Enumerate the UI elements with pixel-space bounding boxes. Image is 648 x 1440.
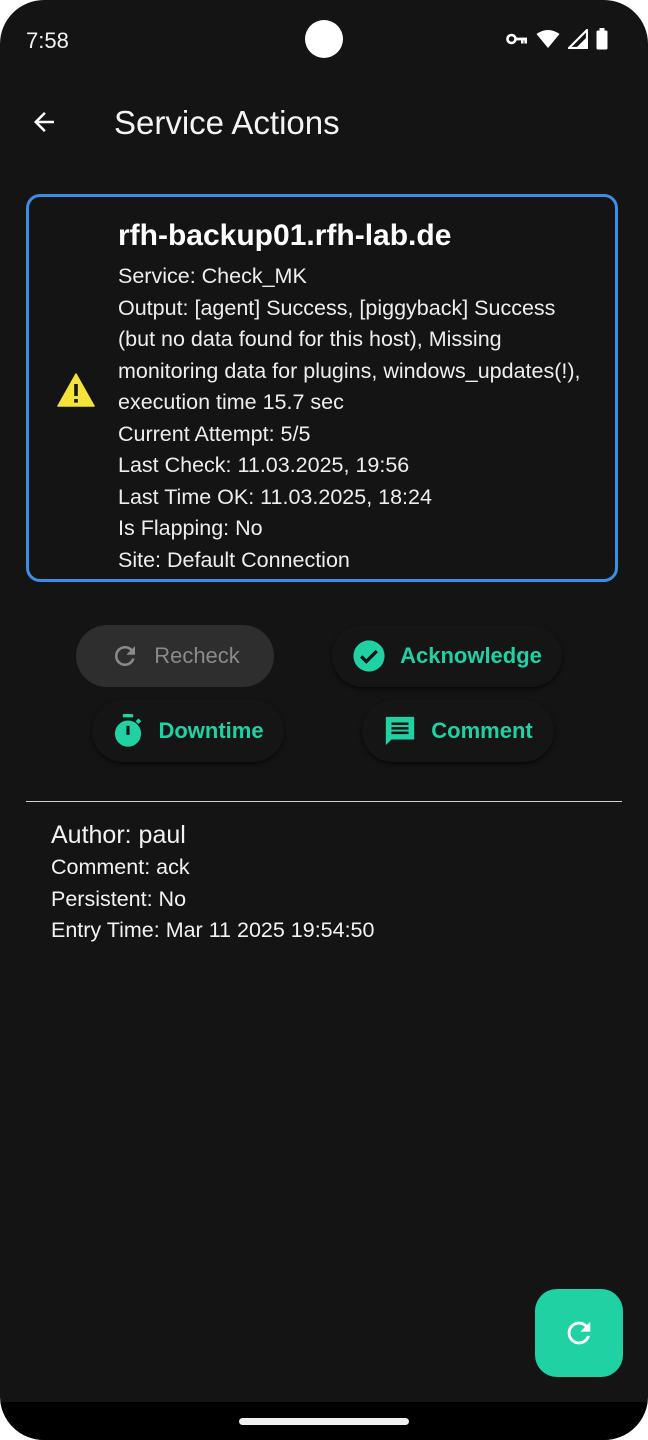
back-button[interactable] <box>22 100 66 144</box>
status-bar: 7:58 <box>0 0 648 80</box>
signal-icon <box>568 29 588 49</box>
comment-entry-time: Entry Time: Mar 11 2025 19:54:50 <box>51 918 375 942</box>
last-time-ok: Last Time OK: 11.03.2025, 18:24 <box>118 484 432 509</box>
app-bar: Service Actions <box>0 86 648 162</box>
arrow-back-icon <box>34 112 54 132</box>
camera-cutout <box>305 20 343 58</box>
is-flapping: Is Flapping: No <box>118 516 263 540</box>
comment-entry: Author: paul Comment: ack Persistent: No… <box>51 818 611 947</box>
wifi-icon <box>536 30 560 48</box>
recheck-button[interactable]: Recheck <box>76 625 274 687</box>
home-gesture-handle[interactable] <box>239 1418 409 1425</box>
comment-icon <box>383 714 417 748</box>
site: Site: Default Connection <box>118 547 350 572</box>
page-title: Service Actions <box>114 104 340 141</box>
phone-screen: 7:58 Service Actions rfh-backup01.rfh-la… <box>0 0 648 1440</box>
last-check: Last Check: 11.03.2025, 19:56 <box>118 453 410 477</box>
host-name: rfh-backup01.rfh-lab.de <box>118 219 452 252</box>
warning-icon <box>57 373 95 407</box>
comment-text: Comment: ack <box>51 855 190 879</box>
comment-author: Author: paul <box>51 821 186 849</box>
refresh-icon <box>567 1321 591 1345</box>
battery-icon <box>596 28 608 50</box>
comment-button[interactable]: Comment <box>362 700 554 762</box>
comment-persistent: Persistent: No <box>51 886 187 911</box>
status-icons <box>506 28 608 50</box>
status-time: 7:58 <box>26 28 69 53</box>
comment-label: Comment <box>431 718 533 743</box>
check-circle-icon <box>352 639 386 673</box>
acknowledge-label: Acknowledge <box>400 643 542 668</box>
acknowledge-button[interactable]: Acknowledge <box>332 625 562 687</box>
recheck-label: Recheck <box>154 643 240 668</box>
divider <box>26 801 622 802</box>
service-name: Service: Check_MK <box>118 264 307 288</box>
refresh-icon <box>110 641 140 671</box>
timer-icon <box>112 714 144 748</box>
service-output: Output: [agent] Success, [piggyback] Suc… <box>118 295 581 415</box>
service-card: rfh-backup01.rfh-lab.de Service: Check_M… <box>26 194 618 582</box>
downtime-label: Downtime <box>158 718 264 743</box>
current-attempt: Current Attempt: 5/5 <box>118 421 311 446</box>
refresh-fab-button[interactable] <box>535 1289 623 1377</box>
vpn-key-icon <box>506 33 527 45</box>
downtime-button[interactable]: Downtime <box>92 700 284 762</box>
navigation-bar <box>0 1402 648 1440</box>
service-details: rfh-backup01.rfh-lab.de Service: Check_M… <box>118 217 598 576</box>
